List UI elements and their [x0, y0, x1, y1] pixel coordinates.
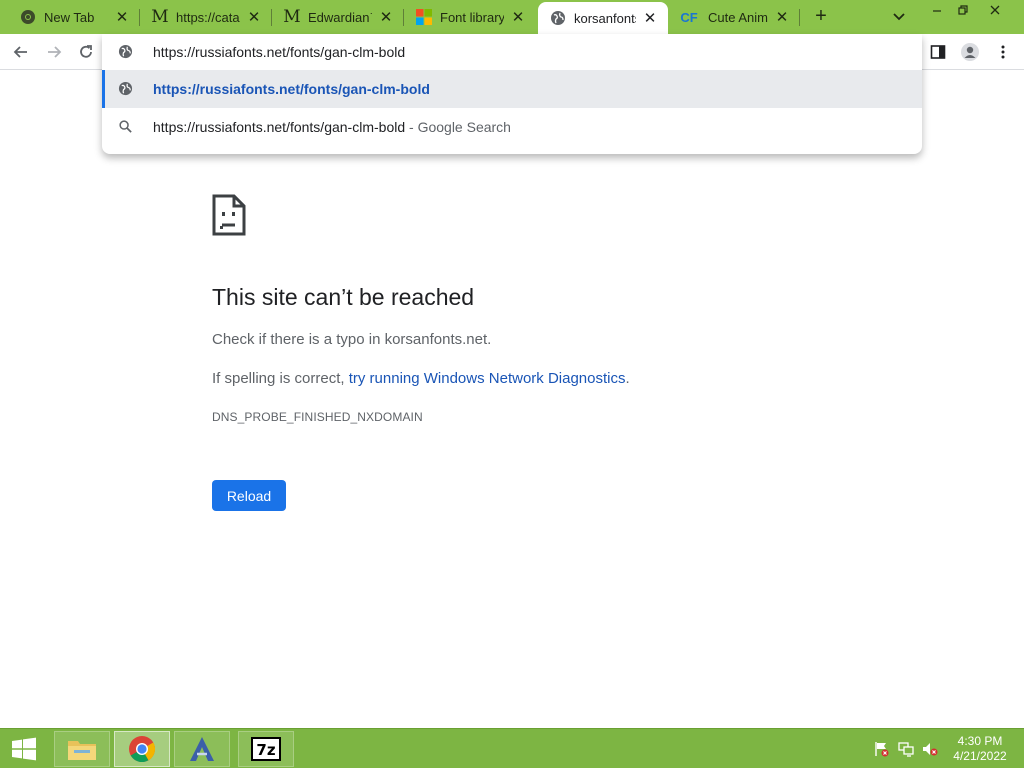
- suggestion-text: https://russiafonts.net/fonts/gan-clm-bo…: [153, 119, 511, 135]
- taskbar-app-a[interactable]: [174, 731, 230, 767]
- error-suggestion-suffix: .: [625, 370, 630, 387]
- app-a-icon: [190, 737, 214, 761]
- reload-toolbar-button[interactable]: [73, 40, 99, 64]
- network-icon[interactable]: [898, 741, 914, 757]
- tab-title: Edwardian™: [308, 9, 372, 25]
- chrome-icon: [20, 9, 36, 25]
- file-explorer-icon: [68, 741, 96, 760]
- taskbar-file-explorer[interactable]: [54, 731, 110, 767]
- arrow-right-icon: [48, 46, 62, 58]
- clock-date: 4/21/2022: [953, 749, 1007, 763]
- globe-icon: [118, 81, 133, 101]
- suggestion-query: https://russiafonts.net/fonts/gan-clm-bo…: [153, 119, 406, 135]
- close-icon[interactable]: ✕: [114, 9, 130, 26]
- close-icon: [990, 5, 1000, 15]
- taskbar-chrome[interactable]: [114, 731, 170, 767]
- chrome-icon: [129, 736, 156, 763]
- system-clock[interactable]: 4:30 PM 4/21/2022: [944, 734, 1016, 764]
- close-icon[interactable]: ✕: [378, 9, 394, 26]
- close-icon[interactable]: ✕: [510, 9, 526, 26]
- microsoft-logo-icon: [416, 9, 432, 25]
- error-title: This site can’t be reached: [212, 284, 475, 310]
- suggestion-text: https://russiafonts.net/fonts/gan-clm-bo…: [153, 81, 430, 97]
- tab-title: https://catal: [176, 9, 240, 25]
- tab-search-button[interactable]: [886, 7, 912, 27]
- tab-separator: [799, 9, 800, 26]
- omnibox-suggestion-url[interactable]: https://russiafonts.net/fonts/gan-clm-bo…: [102, 70, 922, 108]
- address-bar[interactable]: https://russiafonts.net/fonts/gan-clm-bo…: [102, 34, 922, 70]
- reload-button[interactable]: Reload: [212, 480, 286, 511]
- gmail-m-icon: M: [283, 7, 301, 27]
- tab-new-tab[interactable]: New Tab ✕: [0, 0, 140, 34]
- omnibox-suggestion-search[interactable]: https://russiafonts.net/fonts/gan-clm-bo…: [102, 108, 922, 146]
- start-button[interactable]: [0, 729, 48, 769]
- network-diagnostics-link[interactable]: try running Windows Network Diagnostics: [349, 370, 626, 387]
- chevron-down-icon: [893, 13, 905, 21]
- tab-title: korsanfonts.: [574, 10, 636, 26]
- sad-page-icon: [212, 194, 246, 241]
- svg-text:7z: 7z: [256, 741, 275, 759]
- tab-edwardian[interactable]: M Edwardian™ ✕: [272, 0, 404, 34]
- selection-indicator: [102, 70, 105, 108]
- error-code: DNS_PROBE_FINISHED_NXDOMAIN: [212, 410, 423, 424]
- restore-icon: [958, 5, 968, 15]
- address-input-text[interactable]: https://russiafonts.net/fonts/gan-clm-bo…: [153, 44, 405, 60]
- tab-strip: New Tab ✕ M https://catal ✕ M Edwardian™…: [0, 0, 1024, 34]
- error-suggestion-typo: Check if there is a typo in korsanfonts.…: [212, 331, 492, 348]
- new-tab-button[interactable]: +: [808, 5, 834, 29]
- windows-logo-icon: [12, 737, 36, 761]
- tab-cute-animal[interactable]: CF Cute Animal ✕: [668, 0, 800, 34]
- error-suggestion-prefix: If spelling is correct,: [212, 370, 349, 387]
- clock-time: 4:30 PM: [957, 734, 1003, 748]
- tab-title: Cute Animal: [708, 9, 768, 25]
- taskbar-7zip[interactable]: 7z: [238, 731, 294, 767]
- cf-logo-icon: CF: [680, 9, 698, 25]
- windows-taskbar: 7z 4:30 PM 4/21/2022: [0, 728, 1024, 768]
- close-icon[interactable]: ✕: [246, 9, 262, 26]
- profile-button[interactable]: [957, 40, 983, 64]
- tab-korsanfonts[interactable]: korsanfonts. ✕: [538, 2, 668, 34]
- close-window-button[interactable]: [980, 0, 1010, 20]
- close-icon[interactable]: ✕: [774, 9, 790, 26]
- tab-title: Font library: [440, 9, 504, 25]
- error-suggestion-diagnostics: If spelling is correct, try running Wind…: [212, 370, 630, 387]
- search-icon: [118, 119, 133, 139]
- back-button[interactable]: [8, 40, 34, 64]
- menu-button[interactable]: [990, 40, 1016, 64]
- side-panel-icon: [930, 45, 946, 59]
- side-panel-button[interactable]: [925, 40, 951, 64]
- close-icon[interactable]: ✕: [642, 10, 658, 27]
- tab-title: New Tab: [44, 9, 95, 25]
- tab-font-library[interactable]: Font library ✕: [404, 0, 536, 34]
- minimize-icon: [933, 10, 941, 12]
- tab-catal[interactable]: M https://catal ✕: [140, 0, 272, 34]
- omnibox-dropdown: https://russiafonts.net/fonts/gan-clm-bo…: [102, 34, 922, 154]
- globe-icon: [550, 10, 566, 26]
- kebab-menu-icon: [1001, 45, 1005, 59]
- action-center-flag-icon[interactable]: [874, 741, 890, 757]
- gmail-m-icon: M: [151, 7, 169, 27]
- reload-icon: [80, 45, 92, 58]
- speaker-muted-icon[interactable]: [922, 741, 938, 757]
- globe-icon: [118, 44, 133, 64]
- 7zip-icon: 7z: [251, 737, 281, 761]
- forward-button[interactable]: [41, 40, 67, 64]
- restore-button[interactable]: [948, 0, 978, 20]
- avatar-icon: [961, 43, 979, 61]
- suggestion-suffix: - Google Search: [405, 119, 511, 135]
- arrow-left-icon: [13, 46, 27, 58]
